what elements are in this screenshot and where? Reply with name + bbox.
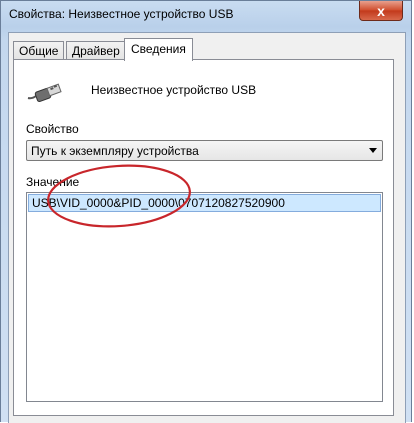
close-icon: x <box>377 2 385 19</box>
value-listbox[interactable]: USB\VID_0000&PID_0000\0707120827520900 <box>26 192 383 402</box>
property-select-value: Путь к экземпляру устройства <box>31 144 199 158</box>
value-label: Значение <box>26 175 80 189</box>
close-button[interactable]: x <box>359 1 403 21</box>
tab-general[interactable]: Общие <box>13 41 65 60</box>
tab-driver[interactable]: Драйвер <box>66 41 126 60</box>
property-select[interactable]: Путь к экземпляру устройства <box>26 140 383 161</box>
list-item-text: USB\VID_0000&PID_0000\0707120827520900 <box>32 196 285 210</box>
device-name: Неизвестное устройство USB <box>91 83 257 97</box>
title-bar[interactable]: Свойства: Неизвестное устройство USB x <box>1 1 411 31</box>
property-label: Свойство <box>26 122 79 136</box>
properties-dialog: Свойства: Неизвестное устройство USB x О… <box>0 0 412 423</box>
tab-details[interactable]: Сведения <box>124 38 193 61</box>
list-item[interactable]: USB\VID_0000&PID_0000\0707120827520900 <box>28 194 381 212</box>
chevron-down-icon[interactable] <box>369 148 377 153</box>
dialog-client-area: Общие Драйвер Сведения Неизвестное устро… <box>8 32 406 423</box>
window-title: Свойства: Неизвестное устройство USB <box>9 7 234 21</box>
usb-plug-icon <box>27 83 62 103</box>
details-panel: Неизвестное устройство USB Свойство Путь… <box>13 59 394 416</box>
